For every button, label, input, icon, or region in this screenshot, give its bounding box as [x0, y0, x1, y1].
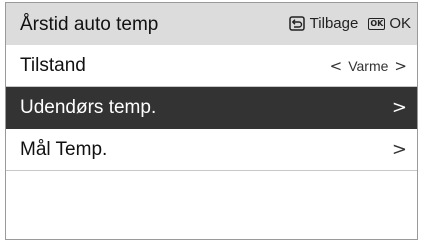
back-icon — [288, 16, 305, 31]
back-button[interactable]: Tilbage — [288, 15, 359, 32]
mode-value: Varme — [348, 57, 389, 74]
menu-item-tilstand[interactable]: Tilstand < Varme > — [6, 45, 417, 87]
page-title: Årstid auto temp — [20, 14, 159, 35]
menu-item-maal-temp[interactable]: Mål Temp. > — [6, 129, 417, 171]
chevron-right-icon[interactable]: > — [394, 57, 407, 75]
ok-icon: OK — [368, 17, 386, 30]
header-bar: Årstid auto temp Tilbage OK OK — [6, 3, 417, 45]
menu-item-label: Udendørs temp. — [20, 96, 157, 118]
ok-label: OK — [389, 15, 411, 32]
chevron-right-icon: > — [391, 97, 407, 118]
mode-selector[interactable]: < Varme > — [330, 57, 407, 75]
back-label: Tilbage — [309, 15, 359, 32]
settings-panel: Årstid auto temp Tilbage OK OK Tilstand — [5, 2, 418, 240]
menu-item-label: Mål Temp. — [20, 138, 108, 160]
header-actions: Tilbage OK OK — [288, 15, 411, 32]
menu-item-udendors-temp[interactable]: Udendørs temp. > — [6, 87, 417, 129]
chevron-right-icon: > — [391, 139, 407, 160]
ok-button[interactable]: OK OK — [368, 15, 411, 32]
chevron-left-icon[interactable]: < — [330, 57, 343, 75]
menu-item-label: Tilstand — [20, 54, 86, 76]
